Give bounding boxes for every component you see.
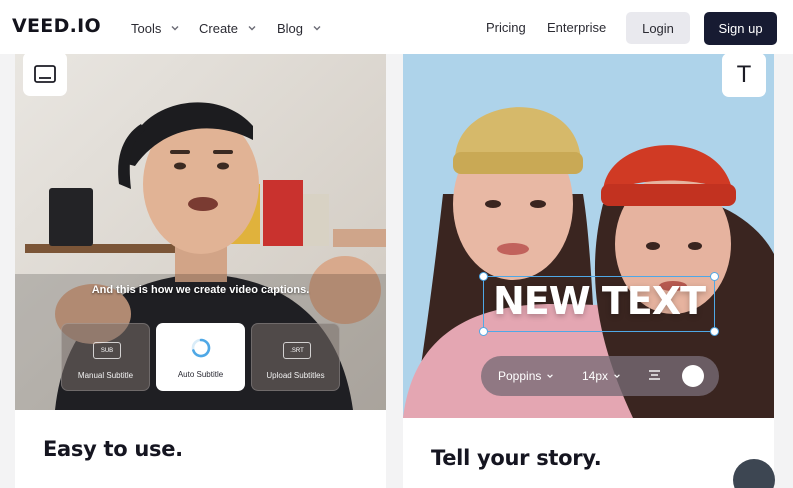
subtitle-icon <box>34 65 56 83</box>
subtitle-badge <box>23 54 67 96</box>
color-picker-swatch[interactable] <box>682 365 704 387</box>
top-nav: VEED.IO Tools Create Blog Pricing Enterp… <box>0 0 793 54</box>
nav-create-label: Create <box>199 20 239 36</box>
text-toolbar: Poppins 14px <box>481 356 719 396</box>
nav-create[interactable]: Create <box>199 19 257 37</box>
auto-subtitle-option[interactable]: Auto Subtitle <box>156 323 245 391</box>
chevron-down-icon <box>547 374 554 378</box>
align-center-icon <box>649 370 660 380</box>
video-caption: And this is how we create video captions… <box>91 284 310 296</box>
nav-blog[interactable]: Blog <box>277 19 322 37</box>
loading-spinner-icon <box>191 338 211 358</box>
manual-subtitle-option[interactable]: SUB Manual Subtitle <box>61 323 150 391</box>
chevron-down-icon <box>248 26 256 31</box>
signup-button[interactable]: Sign up <box>704 12 777 45</box>
font-size-value: 14px <box>582 369 609 383</box>
resize-handle-br[interactable] <box>710 327 719 336</box>
sub-tag: SUB <box>93 342 121 359</box>
auto-subtitle-label: Auto Subtitle <box>177 370 224 379</box>
align-button[interactable] <box>648 369 661 382</box>
feature-card-tell-your-story: T NEW TEXT Poppins 14px Tell your story. <box>403 54 774 488</box>
font-name: Poppins <box>498 369 542 383</box>
nav-blog-label: Blog <box>277 20 304 36</box>
srt-tag: .SRT <box>283 342 311 359</box>
chevron-down-icon <box>313 26 321 31</box>
upload-subtitles-option[interactable]: .SRT Upload Subtitles <box>251 323 340 391</box>
overlay-text[interactable]: NEW TEXT <box>483 279 715 323</box>
logo[interactable]: VEED.IO <box>12 15 101 37</box>
nav-enterprise[interactable]: Enterprise <box>547 20 606 35</box>
font-size-select[interactable]: 14px <box>582 369 621 383</box>
upload-subtitles-label: Upload Subtitles <box>266 371 325 380</box>
font-select[interactable]: Poppins <box>498 369 554 383</box>
text-icon: T <box>737 62 751 88</box>
login-button[interactable]: Login <box>626 12 690 44</box>
manual-subtitle-label: Manual Subtitle <box>77 371 134 380</box>
nav-tools[interactable]: Tools <box>131 19 180 37</box>
chevron-down-icon <box>614 374 620 378</box>
card-title-story: Tell your story. <box>431 446 602 470</box>
nav-pricing[interactable]: Pricing <box>486 20 526 35</box>
text-badge: T <box>722 54 766 97</box>
resize-handle-bl[interactable] <box>479 327 488 336</box>
chevron-down-icon <box>171 26 179 31</box>
card-title-easy: Easy to use. <box>43 437 183 461</box>
nav-tools-label: Tools <box>131 20 162 36</box>
feature-card-easy-to-use: And this is how we create video captions… <box>15 54 386 488</box>
